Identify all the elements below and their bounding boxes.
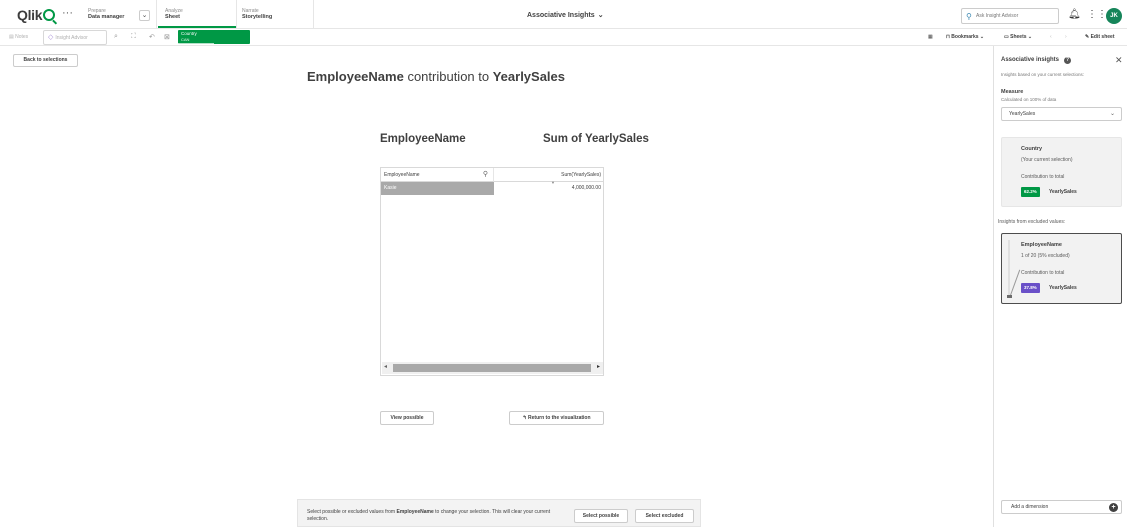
dimension-heading: EmployeeName (380, 133, 466, 145)
search-icon: ⚲ (966, 12, 972, 21)
nav-divider (236, 0, 237, 29)
sheet-toolbar: ▤ Notes ◇ Insight Advisor ⌕ ⛶ ↶ ⊠ Countr… (0, 29, 1127, 46)
qlik-logo[interactable]: Qlik (17, 7, 56, 23)
insight-advisor-search[interactable]: ⚲ (961, 8, 1059, 24)
scroll-left-icon[interactable]: ◂ (384, 363, 387, 370)
insight-card-excluded[interactable]: EmployeeName 1 of 20 (5% excluded) Contr… (1001, 233, 1122, 304)
sheet-title-dropdown[interactable]: Associative Insights ⌄ (527, 11, 604, 19)
table-row[interactable]: Kasie 4,000,000.00 (381, 182, 604, 195)
next-sheet-icon[interactable]: › (1065, 32, 1067, 43)
table-cell-value: 4,000,000.00 (571, 185, 601, 191)
prepare-dropdown-chevron-icon[interactable]: ⌄ (139, 10, 150, 21)
return-to-visualization-button[interactable]: ↰ Return to the visualization (509, 411, 604, 425)
select-possible-button[interactable]: Select possible (574, 509, 628, 523)
chevron-down-icon: ⌄ (1109, 111, 1115, 117)
previous-sheet-icon[interactable]: ‹ (1050, 32, 1052, 43)
select-excluded-button[interactable]: Select excluded (635, 509, 694, 523)
top-navigation: Qlik ··· Prepare Data manager ⌄ Analyze … (0, 0, 1127, 29)
notification-bell-icon[interactable]: 🔔︎ (1068, 9, 1081, 20)
scroll-right-icon[interactable]: ▸ (597, 363, 600, 370)
panel-title: Associative insights (1001, 57, 1060, 63)
nav-divider (156, 0, 157, 29)
bookmark-grid-icon[interactable]: ▦ (928, 32, 933, 43)
measure-select[interactable]: YearlySales ⌄ (1001, 107, 1122, 121)
measure-calc-note: Calculated on 100% of data (1001, 97, 1057, 102)
step-back-icon[interactable]: ↶ (149, 33, 155, 41)
search-input[interactable] (976, 11, 1056, 21)
horizontal-scrollbar[interactable]: ◂ ▸ (382, 362, 603, 374)
measure-label: Measure (1001, 89, 1024, 95)
mini-chart-line (1009, 269, 1021, 299)
view-possible-button[interactable]: View possible (380, 411, 434, 425)
contribution-table: EmployeeName ⚲ Sum(YearlySales) ▼ Kasie … (380, 167, 604, 376)
add-dimension-button[interactable]: Add a dimension + (1001, 500, 1122, 514)
contribution-badge: 37.8% (1021, 283, 1040, 293)
back-to-selections-button[interactable]: Back to selections (13, 54, 78, 67)
insight-card-current-selection[interactable]: Country (Your current selection) Contrib… (1001, 137, 1122, 207)
insight-advisor-button[interactable]: ◇ Insight Advisor (43, 30, 107, 45)
close-icon[interactable]: ✕ (1115, 55, 1123, 66)
panel-subtitle: Insights based on your current selection… (1001, 72, 1085, 77)
selection-footer-bar: Select possible or excluded values from … (297, 499, 701, 527)
nav-analyze[interactable]: Analyze Sheet (165, 8, 183, 21)
edit-sheet-button[interactable]: ✎ Edit sheet (1085, 32, 1115, 43)
footer-message: Select possible or excluded values from … (307, 509, 551, 522)
mini-chart-marker (1007, 295, 1012, 298)
help-icon[interactable]: ? (1064, 57, 1071, 64)
nav-divider (313, 0, 314, 29)
excluded-heading: Insights from excluded values: (998, 219, 1066, 225)
table-header-employee[interactable]: EmployeeName ⚲ (381, 168, 494, 182)
chevron-down-icon: ⌄ (597, 12, 604, 19)
measure-heading: Sum of YearlySales (543, 133, 649, 145)
sheets-button[interactable]: ▭ Sheets ⌄ (1004, 32, 1032, 43)
associative-insights-panel: Associative insights ? ✕ Insights based … (993, 46, 1127, 527)
qlik-logo-q-mark (43, 9, 56, 21)
page-title: EmployeeName contribution to YearlySales (307, 69, 566, 84)
user-avatar[interactable]: JK (1106, 8, 1122, 24)
table-cell-name[interactable]: Kasie (381, 182, 494, 195)
contribution-badge: 62.2% (1021, 187, 1040, 197)
nav-prepare[interactable]: Prepare Data manager (88, 8, 124, 21)
smart-search-icon[interactable]: ⌕ (114, 33, 118, 41)
selection-pill-country[interactable]: Country CAN (178, 30, 250, 44)
scrollbar-thumb[interactable] (393, 364, 591, 372)
more-options-button[interactable]: ··· (62, 8, 73, 19)
plus-icon: + (1109, 503, 1118, 512)
clear-selections-icon[interactable]: ⊠ (164, 33, 170, 41)
active-tab-indicator (158, 26, 236, 28)
notes-button[interactable]: ▤ Notes (9, 32, 28, 43)
mini-chart-track (1008, 240, 1010, 298)
bookmarks-button[interactable]: ⊓ Bookmarks ⌄ (946, 32, 984, 43)
apps-grid-icon[interactable]: ⋮⋮ (1087, 9, 1107, 20)
nav-narrate[interactable]: Narrate Storytelling (242, 8, 272, 21)
selection-pill-progress (178, 43, 214, 44)
search-icon[interactable]: ⚲ (483, 168, 488, 182)
table-header-sum[interactable]: Sum(YearlySales) (494, 168, 604, 182)
selections-tool-icon[interactable]: ⛶ (131, 33, 136, 41)
